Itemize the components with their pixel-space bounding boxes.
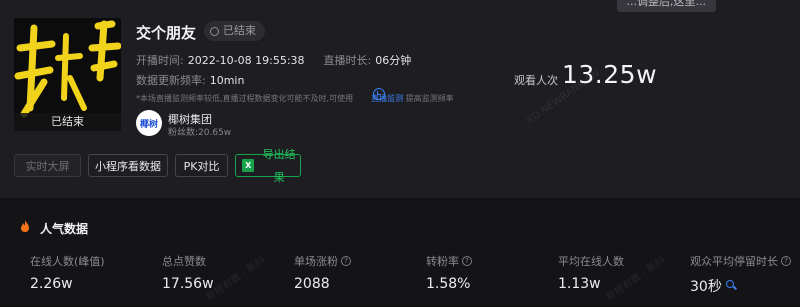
org-fans: 粉丝数:20.65w [168,125,231,138]
stat-avg-online: 平均在线人数 1.13w [558,253,624,292]
fans-value: 20.65w [198,128,232,138]
help-icon[interactable]: ? [781,256,791,266]
org-avatar[interactable]: 椰树 [136,110,162,136]
status-badge-label: 已结束 [223,24,256,37]
stat-peak-online: 在线人数(峰值) 2.26w [30,253,105,292]
notice-tail: 提高监测频率 [405,94,454,103]
stat-value: 2088 [294,276,330,292]
ended-icon [210,26,219,36]
zoom-search-icon[interactable] [726,280,737,291]
flame-icon [21,220,29,232]
stat-label: 转粉率 [426,255,459,268]
duration-value: 06分钟 [375,54,412,67]
stat-fan-growth: 单场涨粉? 2088 [294,253,351,292]
miniprogram-data-button[interactable]: 小程序看数据 [88,154,168,177]
cover-status-badge: 已结束 [14,113,121,131]
stat-avg-stay: 观众平均停留时长? 30秒 [690,253,791,296]
start-time-label: 开播时间: [136,54,184,67]
popularity-panel [0,198,800,307]
live-cover-thumbnail[interactable]: 已结束 [14,18,121,131]
status-badge: 已结束 [204,21,265,41]
tooltip-toast: ...调整后,这里... [616,0,716,12]
realtime-screen-button[interactable]: 实时大屏 [14,154,81,177]
clock-icon[interactable] [373,88,385,100]
export-label: 导出结果 [262,147,296,184]
fans-label: 粉丝数: [168,128,199,138]
export-results-button[interactable]: X 导出结果 [235,148,301,184]
section-title: 人气数据 [40,222,89,236]
live-title: 交个朋友 [136,24,197,42]
stat-value: 2.26w [30,276,73,292]
live-start-duration: 开播时间: 2022-10-08 19:55:38 直播时长: 06分钟 [136,52,411,68]
stat-value: 1.58% [426,276,471,292]
stat-value: 17.56w [162,276,214,292]
stat-total-likes: 总点赞数 17.56w [162,253,214,292]
stat-label: 观众平均停留时长 [690,255,778,268]
pk-compare-button[interactable]: PK对比 [175,154,228,177]
stat-value: 30秒 [690,276,791,296]
stat-label: 在线人数(峰值) [30,255,105,268]
monitor-notice: *本场直播监测频率较低,直播过程数据变化可能不及时,可使用 直播监测 提高监测频率 [136,93,454,104]
excel-icon: X [242,159,255,172]
stat-value-text: 30秒 [690,279,722,295]
viewers-value: 13.25w [562,60,658,89]
stat-label: 平均在线人数 [558,255,624,268]
stat-label: 单场涨粉 [294,255,338,268]
refresh-label: 数据更新频率: [136,74,206,87]
refresh-frequency: 数据更新频率: 10min [136,72,244,88]
stat-conversion-rate: 转粉率? 1.58% [426,253,472,292]
duration-label: 直播时长: [323,54,372,67]
help-icon[interactable]: ? [341,256,351,266]
help-icon[interactable]: ? [462,256,472,266]
stat-value: 1.13w [558,276,601,292]
notice-text: *本场直播监测频率较低,直播过程数据变化可能不及时,可使用 [136,94,354,103]
stat-label: 总点赞数 [162,255,206,268]
viewers-label: 观看人次 [514,74,558,87]
refresh-value: 10min [209,74,245,87]
start-time-value: 2022-10-08 19:55:38 [187,54,305,67]
